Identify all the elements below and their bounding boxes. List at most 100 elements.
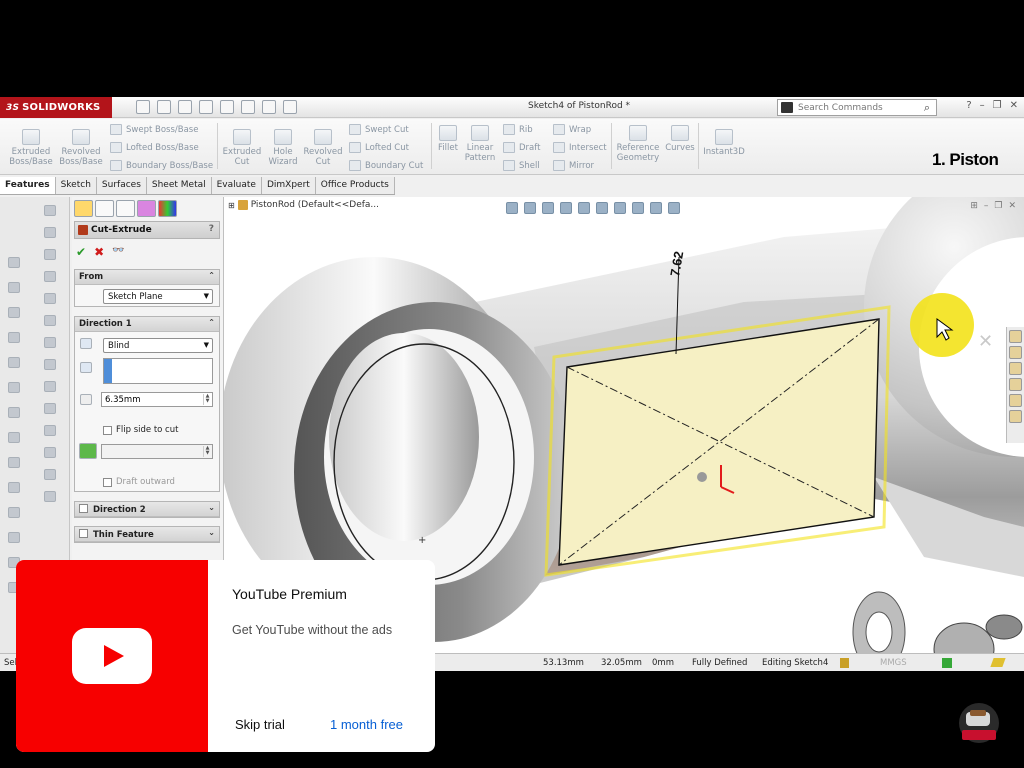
expand-icon[interactable]: ⌄ [208,503,215,512]
reverse-direction-icon[interactable] [80,338,92,349]
spline-icon[interactable] [44,293,56,304]
fillet-button[interactable]: Fillet [434,125,462,153]
tab-office-products[interactable]: Office Products [315,177,395,194]
undo-icon[interactable] [220,100,234,114]
view-orientation-icon[interactable] [578,202,590,214]
group-header[interactable]: Thin Feature ⌄ [75,527,219,542]
restore-icon[interactable]: ❐ [994,201,1002,211]
end-condition-select[interactable]: Blind ▼ [103,338,213,353]
feature-tree-flyout[interactable]: ⊞ PistonRod (Default<<Defa... [228,200,379,210]
depth-input[interactable]: 6.35mm ▲ ▼ [101,392,213,407]
collapse-icon[interactable]: ⌃ [208,271,215,280]
search-icon[interactable]: ⌕ [924,101,930,115]
draft-button[interactable]: Draft [503,142,540,153]
rectangle-icon[interactable] [44,227,56,238]
swept-boss-button[interactable]: Swept Boss/Base [110,124,198,135]
group-header[interactable]: Direction 1 ⌃ [75,317,219,332]
options-icon[interactable] [283,100,297,114]
direction-vector-icon[interactable] [80,362,92,373]
extruded-boss-button[interactable]: Extruded Boss/Base [8,129,54,167]
property-manager-tab-icon[interactable] [95,200,114,217]
expand-icon[interactable]: ⊞ [228,201,235,210]
help-status-icon[interactable] [942,658,952,668]
cancel-icon[interactable]: ✖ [94,245,104,259]
apply-scene-icon[interactable] [650,202,662,214]
boundary-boss-button[interactable]: Boundary Boss/Base [110,160,213,171]
view-tool-icon[interactable] [8,282,20,293]
thin-feature-group[interactable]: Thin Feature ⌄ [74,526,220,543]
shell-button[interactable]: Shell [503,160,540,171]
slot-icon[interactable] [44,337,56,348]
view-tool-icon[interactable] [8,257,20,268]
restore-icon[interactable]: ❐ [993,100,1002,111]
pattern-sketch-icon[interactable] [44,447,56,458]
thin-feature-checkbox[interactable] [79,529,88,538]
view-tool-icon[interactable] [8,357,20,368]
lofted-boss-button[interactable]: Lofted Boss/Base [110,142,199,153]
reference-geometry-button[interactable]: Reference Geometry [614,125,662,163]
unit-system[interactable]: MMGS [880,658,907,668]
appearances-icon[interactable] [1009,394,1022,407]
from-select[interactable]: Sketch Plane ▼ [103,289,213,304]
tab-evaluate[interactable]: Evaluate [211,177,262,194]
save-icon[interactable] [178,100,192,114]
direction2-checkbox[interactable] [79,504,88,513]
split-view-icon[interactable]: ⊞ [970,201,978,211]
zoom-to-fit-icon[interactable] [506,202,518,214]
offset-icon[interactable] [44,403,56,414]
tab-surfaces[interactable]: Surfaces [96,177,147,194]
tag-icon[interactable] [990,658,1006,667]
extruded-cut-button[interactable]: Extruded Cut [220,129,264,167]
section-view-icon[interactable] [560,202,572,214]
home-icon[interactable] [1009,330,1022,343]
ok-icon[interactable]: ✔ [76,245,86,259]
draft-on-off-icon[interactable] [79,443,97,459]
direction2-group[interactable]: Direction 2 ⌄ [74,501,220,518]
channel-watermark-logo[interactable] [958,702,1000,744]
curves-button[interactable]: Curves [664,125,696,153]
linear-pattern-button[interactable]: Linear Pattern [463,125,497,163]
dimension-icon[interactable] [44,469,56,480]
mirror-entities-icon[interactable] [44,425,56,436]
minimize-icon[interactable]: – [980,100,985,111]
wrap-button[interactable]: Wrap [553,124,591,135]
flip-side-checkbox[interactable]: Flip side to cut [103,425,178,435]
help-button[interactable]: ? [209,224,214,234]
direction-selection-box[interactable] [103,358,213,384]
rebuild-icon[interactable] [262,100,276,114]
instant3d-button[interactable]: Instant3D [700,129,748,157]
solidworks-logo[interactable]: 3S SOLIDWORKS [0,97,112,118]
view-tool-icon[interactable] [8,457,20,468]
intersect-button[interactable]: Intersect [553,142,607,153]
view-palette-icon[interactable] [1009,378,1022,391]
view-tool-icon[interactable] [8,482,20,493]
rebuild-status-icon[interactable] [840,658,849,668]
file-explorer-icon[interactable] [1009,362,1022,375]
circle-icon[interactable] [44,249,56,260]
view-tool-icon[interactable] [8,332,20,343]
view-tool-icon[interactable] [8,407,20,418]
view-settings-icon[interactable] [668,202,680,214]
relation-icon[interactable] [44,491,56,502]
spinner-icon[interactable]: ▲ ▼ [203,394,211,405]
preview-icon[interactable]: 👓 [112,245,124,259]
mirror-button[interactable]: Mirror [553,160,594,171]
close-icon[interactable]: ✕ [1010,100,1018,111]
line-icon[interactable] [44,205,56,216]
revolved-cut-button[interactable]: Revolved Cut [302,129,344,167]
fillet-sketch-icon[interactable] [44,359,56,370]
view-tool-icon[interactable] [8,382,20,393]
polygon-icon[interactable] [44,315,56,326]
display-manager-tab-icon[interactable] [158,200,177,217]
close-sketch-icon[interactable]: ✕ [978,331,993,352]
arc-icon[interactable] [44,271,56,282]
dimxpert-tab-icon[interactable] [137,200,156,217]
search-commands-input[interactable]: Search Commands ⌕ [777,99,937,116]
rib-button[interactable]: Rib [503,124,533,135]
boundary-cut-button[interactable]: Boundary Cut [349,160,423,171]
tab-dimxpert[interactable]: DimXpert [261,177,316,194]
expand-icon[interactable]: ⌄ [208,528,215,537]
tab-sheet-metal[interactable]: Sheet Metal [146,177,212,194]
custom-properties-icon[interactable] [1009,410,1022,423]
hide-show-icon[interactable] [614,202,626,214]
